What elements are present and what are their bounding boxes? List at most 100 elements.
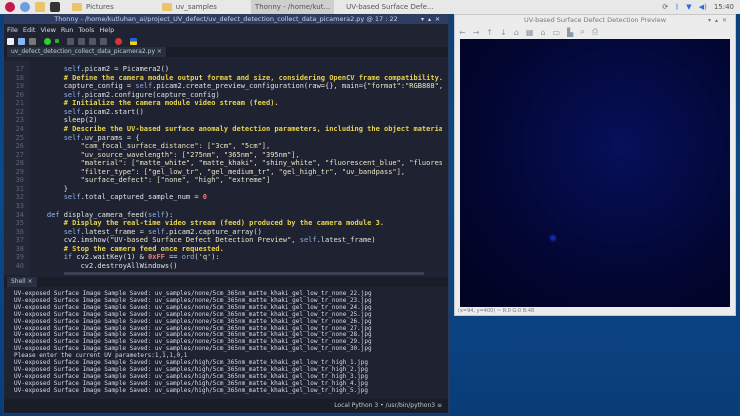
line-number: 34: [15, 210, 24, 219]
preview-titlebar[interactable]: UV-based Surface Defect Detection Previe…: [455, 15, 735, 26]
code-area[interactable]: 17 self.picam2 = Picamera2() 18 # Define …: [4, 65, 448, 271]
save-icon[interactable]: [29, 37, 36, 45]
new-file-icon[interactable]: [7, 37, 14, 45]
line-number: 21: [15, 99, 24, 108]
terminal-icon[interactable]: [50, 2, 60, 12]
code-line: 25 self.uv_params = {: [4, 134, 448, 143]
code-token: cv2.waitKey(1) &: [72, 253, 149, 262]
code-token: ):: [164, 210, 174, 219]
bluetooth-icon[interactable]: ᛒ: [675, 3, 679, 11]
editor-tabs: uv_defect_detection_collect_data_picamer…: [4, 47, 448, 57]
window-titlebar[interactable]: Thonny - /home/kutluhan_ai/project_UV_de…: [4, 15, 448, 24]
preview-tool-icon[interactable]: ▙: [567, 28, 573, 37]
preview-tool-icon[interactable]: ▦: [526, 28, 534, 37]
code-token: 'q': [198, 253, 212, 262]
code-token: self: [63, 65, 81, 73]
menu-edit[interactable]: Edit: [23, 26, 36, 34]
preview-tool-icon[interactable]: ⌂: [514, 28, 519, 37]
line-number: 22: [15, 107, 24, 116]
update-icon[interactable]: ⟳: [662, 3, 668, 11]
code-token: "cam_focal_surface_distance": ["3cm", "5…: [30, 142, 271, 151]
resume-icon[interactable]: [100, 37, 107, 45]
step-into-icon[interactable]: [78, 37, 85, 45]
line-number: 31: [15, 184, 24, 193]
menu-file[interactable]: File: [7, 26, 18, 34]
thonny-window: Thonny - /home/kutluhan_ai/project_UV_de…: [3, 14, 449, 414]
code-token: "RGB888": [405, 82, 439, 91]
code-token: self: [148, 210, 165, 219]
code-token: .picam2.start(): [80, 107, 144, 116]
code-token: self: [63, 90, 81, 99]
line-number: 24: [15, 124, 24, 133]
preview-tool-icon[interactable]: ▭: [553, 28, 561, 37]
task-thonny[interactable]: Thonny - /home/kut...: [250, 0, 335, 14]
task-preview[interactable]: UV-based Surface Defe...: [342, 0, 437, 14]
task-pictures[interactable]: Pictures: [68, 0, 118, 14]
run-icon[interactable]: [44, 37, 51, 45]
step-out-icon[interactable]: [89, 37, 96, 45]
preview-tool-icon[interactable]: ⌂: [540, 28, 545, 37]
code-token: self: [148, 227, 165, 236]
window-controls[interactable]: ▾▴✕: [421, 15, 444, 24]
code-line: 30 "surface_defect": ["none", "high", "e…: [4, 176, 448, 185]
ukraine-flag-icon[interactable]: [130, 37, 137, 45]
editor-vertical-scrollbar[interactable]: [442, 61, 448, 275]
code-token: "format": [367, 82, 401, 91]
debug-icon[interactable]: [55, 39, 59, 43]
wifi-icon[interactable]: ▼: [686, 3, 691, 11]
editor-horizontal-scrollbar[interactable]: [64, 272, 424, 275]
menu-view[interactable]: View: [40, 26, 55, 34]
code-line: 23 sleep(2): [4, 116, 448, 125]
line-number: 35: [15, 219, 24, 228]
preview-tool-icon[interactable]: ↑: [486, 28, 493, 37]
window-controls[interactable]: ▾▴✕: [708, 15, 731, 26]
code-line: 17 self.picam2 = Picamera2(): [4, 65, 448, 74]
browser-icon[interactable]: [20, 2, 30, 12]
code-token: }: [30, 184, 68, 193]
code-line: 20 self.picam2.configure(capture_config): [4, 91, 448, 100]
preview-tool-icon[interactable]: ↓: [500, 28, 507, 37]
code-token: ==: [164, 253, 182, 262]
code-token: if: [63, 253, 73, 262]
preview-tool-icon[interactable]: →: [473, 28, 480, 37]
menu-help[interactable]: Help: [99, 26, 114, 34]
code-token: "UV-based Surface Defect Detection Previ…: [110, 236, 292, 245]
menu-bar: File Edit View Run Tools Help: [4, 24, 448, 35]
preview-tool-icon[interactable]: ⎙: [592, 27, 598, 37]
file-manager-icon[interactable]: [35, 2, 45, 12]
code-token: # Stop the camera feed once requested.: [30, 244, 224, 253]
menu-run[interactable]: Run: [61, 26, 73, 34]
system-tray: ⟳ ᛒ ▼ ◀) 15:40: [662, 0, 734, 14]
menu-tools[interactable]: Tools: [78, 26, 94, 34]
task-uv-samples[interactable]: uv_samples: [158, 0, 221, 14]
code-token: self: [299, 236, 317, 245]
line-number: 37: [15, 236, 24, 245]
code-token: "material": ["matte_white", "matte_khaki…: [30, 159, 448, 168]
code-token: .latest_frame =: [80, 227, 149, 236]
code-editor[interactable]: 17 self.picam2 = Picamera2() 18 # Define …: [4, 61, 448, 275]
interpreter-status[interactable]: Local Python 3 • /usr/bin/python3 ≡: [4, 399, 448, 413]
line-number: 39: [15, 253, 24, 262]
raspberry-menu-icon[interactable]: [5, 2, 15, 12]
step-over-icon[interactable]: [67, 37, 74, 45]
shell-console[interactable]: UV-exposed Surface Image Sample Saved: u…: [4, 288, 448, 398]
line-number: 29: [15, 167, 24, 176]
preview-window: UV-based Surface Defect Detection Previe…: [454, 14, 736, 316]
code-token: 0: [202, 193, 208, 202]
code-token: .total_captured_sample_num =: [80, 193, 203, 202]
preview-tool-icon[interactable]: ←: [459, 28, 466, 37]
open-file-icon[interactable]: [18, 37, 25, 45]
editor-tab[interactable]: uv_defect_detection_collect_data_picamer…: [7, 47, 166, 57]
code-token: self: [63, 193, 81, 202]
stop-icon[interactable]: [115, 37, 122, 45]
preview-tool-icon[interactable]: ⌕: [580, 27, 584, 37]
volume-icon[interactable]: ◀): [699, 3, 707, 11]
code-token: self: [63, 227, 81, 236]
code-line: 32 self.total_captured_sample_num = 0: [4, 193, 448, 202]
shell-tab[interactable]: Shell ×: [7, 277, 37, 287]
line-number: 19: [15, 82, 24, 91]
line-number: 30: [15, 176, 24, 185]
line-number: 28: [15, 159, 24, 168]
